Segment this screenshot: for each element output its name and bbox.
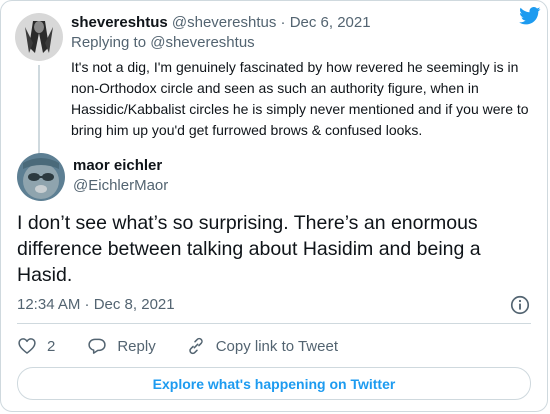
like-count: 2 xyxy=(47,337,56,355)
separator: · xyxy=(280,14,286,31)
explore-button[interactable]: Explore what's happening on Twitter xyxy=(17,367,531,400)
reply-label: Reply xyxy=(117,337,156,355)
link-icon xyxy=(188,337,203,355)
tweet-actions: 2 Reply Copy link to Tweet xyxy=(17,334,368,358)
avatar-image xyxy=(15,13,63,61)
main-tweet-text: I don’t see what’s so surprising. There’… xyxy=(17,212,481,286)
divider xyxy=(17,323,531,324)
author-name[interactable]: shevereshtus xyxy=(71,14,168,31)
avatar-image xyxy=(17,153,65,201)
author-handle[interactable]: @EichlerMaor xyxy=(73,176,168,196)
reply-bubble-icon xyxy=(88,338,107,354)
heart-icon xyxy=(18,338,36,354)
tweet-timestamp[interactable]: 12:34 AM · Dec 8, 2021 xyxy=(17,296,175,313)
copy-link-label: Copy link to Tweet xyxy=(215,337,338,355)
thread-line xyxy=(38,65,40,157)
parent-tweet-text: It's not a dig, I'm genuinely fascinated… xyxy=(71,59,529,138)
copy-link-button[interactable]: Copy link to Tweet xyxy=(186,336,338,356)
avatar[interactable] xyxy=(15,13,63,61)
replying-to: Replying to @shevereshtus xyxy=(71,33,533,53)
author-handle[interactable]: @shevereshtus xyxy=(172,14,276,31)
like-button[interactable]: 2 xyxy=(17,336,57,356)
embedded-tweet-card: shevereshtus @shevereshtus · Dec 6, 2021… xyxy=(0,0,548,412)
info-icon[interactable] xyxy=(509,294,531,316)
replying-to-label: Replying to xyxy=(71,34,147,51)
reply-button[interactable]: Reply xyxy=(87,336,156,356)
tweet-date[interactable]: Dec 6, 2021 xyxy=(290,14,371,31)
replying-to-handle[interactable]: @shevereshtus xyxy=(150,34,254,51)
avatar[interactable] xyxy=(17,153,65,201)
author-name[interactable]: maor eichler xyxy=(73,156,168,176)
